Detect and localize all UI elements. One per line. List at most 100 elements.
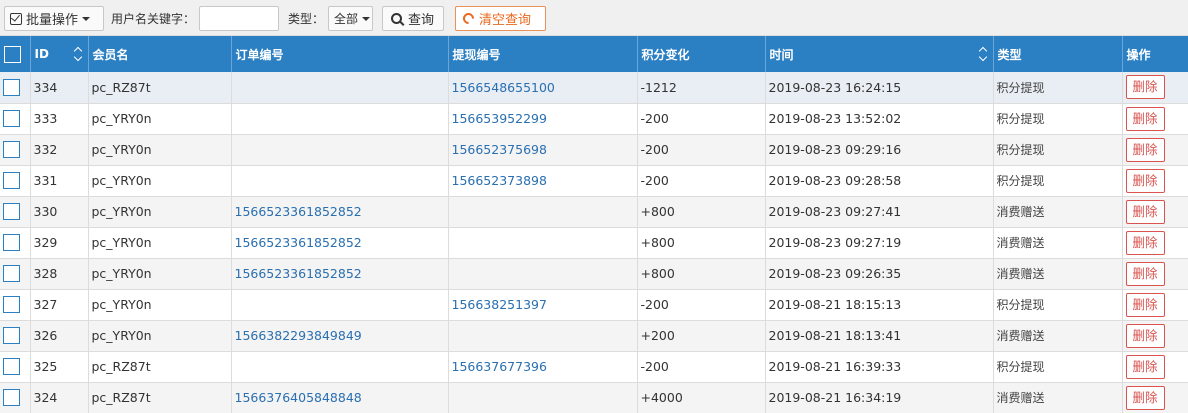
- cell-action: 删除: [1122, 289, 1188, 321]
- cell-withdraw-no: [448, 227, 638, 259]
- cell-action: 删除: [1122, 227, 1188, 259]
- cell-id: 327: [30, 289, 89, 321]
- cell-member: pc_YRY0n: [88, 320, 232, 352]
- row-checkbox[interactable]: [3, 78, 20, 96]
- cell-time: 2019-08-23 09:26:35: [765, 258, 994, 290]
- cell-order-no[interactable]: 1566523361852852: [231, 227, 449, 259]
- row-select-cell: [0, 258, 31, 290]
- table-row[interactable]: 327 pc_YRY0n 156638251397 -200 2019-08-21 18…: [0, 289, 1188, 321]
- table-body: 334 pc_RZ87t 1566548655100 -1212 2019-08-23 …: [0, 72, 1188, 413]
- table-row[interactable]: 324 pc_RZ87t 1566376405848848 +4000 2019-08-…: [0, 382, 1188, 413]
- cell-withdraw-no: [448, 382, 638, 413]
- cell-member: pc_YRY0n: [88, 103, 232, 135]
- search-icon: [391, 13, 402, 24]
- header-time[interactable]: 时间: [765, 36, 994, 72]
- delete-button[interactable]: 删除: [1125, 354, 1165, 379]
- header-action: 操作: [1126, 47, 1151, 62]
- table-row[interactable]: 332 pc_YRY0n 156652375698 -200 2019-08-23 09…: [0, 134, 1188, 166]
- cell-order-no[interactable]: 1566523361852852: [231, 258, 449, 290]
- table-row[interactable]: 326 pc_YRY0n 1566382293849849 +200 2019-08-2…: [0, 320, 1188, 352]
- delete-button[interactable]: 删除: [1125, 168, 1165, 193]
- row-checkbox[interactable]: [3, 358, 20, 375]
- cell-id: 330: [30, 196, 89, 228]
- row-checkbox[interactable]: [3, 296, 20, 313]
- refresh-icon: [460, 10, 477, 27]
- type-select-value: 全部: [334, 12, 359, 26]
- row-select-cell: [0, 351, 31, 383]
- row-checkbox[interactable]: [3, 172, 20, 189]
- table-row[interactable]: 331 pc_YRY0n 156652373898 -200 2019-08-23 09…: [0, 165, 1188, 197]
- table-row[interactable]: 330 pc_YRY0n 1566523361852852 +800 2019-08-2…: [0, 196, 1188, 228]
- keyword-input[interactable]: [199, 6, 279, 31]
- cell-order-no: [231, 134, 449, 166]
- cell-time: 2019-08-23 09:27:41: [765, 196, 994, 228]
- row-checkbox[interactable]: [3, 234, 20, 251]
- table-row[interactable]: 328 pc_YRY0n 1566523361852852 +800 2019-08-2…: [0, 258, 1188, 290]
- row-select-cell: [0, 382, 31, 413]
- row-checkbox[interactable]: [3, 389, 20, 406]
- row-checkbox[interactable]: [3, 265, 20, 282]
- cell-order-no[interactable]: 1566523361852852: [231, 196, 449, 228]
- keyword-label: 用户名关键字：: [111, 12, 196, 26]
- delete-button[interactable]: 删除: [1125, 261, 1165, 286]
- row-checkbox[interactable]: [3, 327, 20, 344]
- cell-order-no: [231, 351, 449, 383]
- row-checkbox[interactable]: [3, 203, 20, 220]
- cell-withdraw-no[interactable]: 156637677396: [448, 351, 638, 383]
- cell-order-no[interactable]: 1566382293849849: [231, 320, 449, 352]
- delete-button[interactable]: 删除: [1125, 230, 1165, 255]
- table-row[interactable]: 325 pc_RZ87t 156637677396 -200 2019-08-21 16…: [0, 351, 1188, 383]
- delete-button[interactable]: 删除: [1125, 199, 1165, 224]
- search-button[interactable]: 查询: [382, 6, 444, 31]
- cell-points: -200: [637, 351, 766, 383]
- clear-query-label: 清空查询: [479, 13, 532, 28]
- cell-action: 删除: [1122, 382, 1188, 413]
- cell-withdraw-no[interactable]: 156652375698: [448, 134, 638, 166]
- batch-operation-button[interactable]: 批量操作: [4, 6, 104, 31]
- cell-type: 积分提现: [993, 72, 1123, 104]
- cell-time: 2019-08-21 16:34:19: [765, 382, 994, 413]
- points-log-table: ID 会员名 订单编号 提现编号 积分变化 时间 类型 操作 334 pc_RZ8…: [0, 36, 1188, 413]
- cell-time: 2019-08-23 09:28:58: [765, 165, 994, 197]
- cell-withdraw-no[interactable]: 156652373898: [448, 165, 638, 197]
- cell-member: pc_YRY0n: [88, 258, 232, 290]
- header-id[interactable]: ID: [30, 36, 89, 72]
- cell-id: 331: [30, 165, 89, 197]
- sort-icon[interactable]: [979, 47, 987, 61]
- table-row[interactable]: 333 pc_YRY0n 156653952299 -200 2019-08-23 13…: [0, 103, 1188, 135]
- select-all-header[interactable]: [0, 36, 31, 72]
- cell-member: pc_YRY0n: [88, 227, 232, 259]
- cell-withdraw-no[interactable]: 1566548655100: [448, 72, 638, 104]
- cell-id: 332: [30, 134, 89, 166]
- delete-button[interactable]: 删除: [1125, 75, 1165, 100]
- cell-withdraw-no[interactable]: 156638251397: [448, 289, 638, 321]
- cell-withdraw-no[interactable]: 156653952299: [448, 103, 638, 135]
- cell-withdraw-no: [448, 196, 638, 228]
- cell-type: 消费赠送: [993, 382, 1123, 413]
- table-row[interactable]: 329 pc_YRY0n 1566523361852852 +800 2019-08-2…: [0, 227, 1188, 259]
- row-select-cell: [0, 103, 31, 135]
- table-row[interactable]: 334 pc_RZ87t 1566548655100 -1212 2019-08-23 …: [0, 72, 1188, 104]
- cell-member: pc_YRY0n: [88, 289, 232, 321]
- row-checkbox[interactable]: [3, 110, 20, 127]
- delete-button[interactable]: 删除: [1125, 385, 1165, 410]
- delete-button[interactable]: 删除: [1125, 323, 1165, 348]
- delete-button[interactable]: 删除: [1125, 106, 1165, 131]
- delete-button[interactable]: 删除: [1125, 292, 1165, 317]
- delete-button[interactable]: 删除: [1125, 137, 1165, 162]
- cell-order-no: [231, 165, 449, 197]
- sort-icon[interactable]: [74, 47, 82, 61]
- cell-points: +800: [637, 227, 766, 259]
- row-select-cell: [0, 134, 31, 166]
- type-select[interactable]: 全部: [328, 6, 373, 31]
- cell-points: +200: [637, 320, 766, 352]
- cell-type: 积分提现: [993, 289, 1123, 321]
- cell-points: -200: [637, 165, 766, 197]
- caret-down-icon: [362, 16, 371, 21]
- clear-query-button[interactable]: 清空查询: [455, 6, 546, 31]
- select-all-checkbox[interactable]: [4, 45, 21, 63]
- cell-time: 2019-08-23 16:24:15: [765, 72, 994, 104]
- cell-withdraw-no: [448, 320, 638, 352]
- cell-order-no[interactable]: 1566376405848848: [231, 382, 449, 413]
- row-checkbox[interactable]: [3, 141, 20, 158]
